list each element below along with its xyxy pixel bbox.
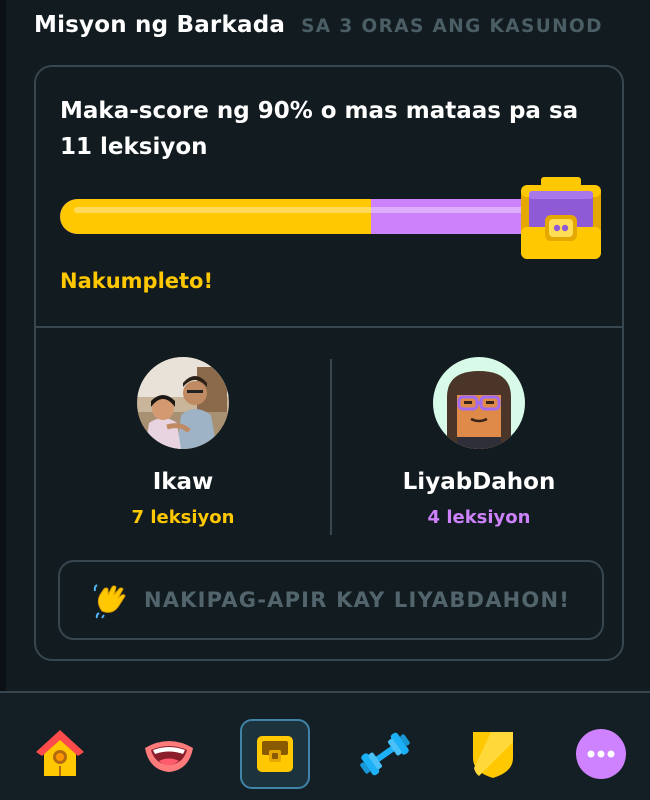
high-five-label: NAKIPAG-APIR KAY LIYABDAHON!: [143, 588, 571, 612]
progress-bar-shine: [74, 207, 532, 213]
nav-leagues[interactable]: [458, 719, 528, 789]
nav-more[interactable]: [566, 719, 636, 789]
nav-speak[interactable]: [134, 719, 204, 789]
speaking-mouth-icon: [145, 741, 193, 772]
photo-avatar[interactable]: [137, 357, 229, 449]
bottom-navbar: [0, 691, 650, 800]
player-name: LiyabDahon: [402, 469, 556, 495]
treasure-chest-icon: [521, 177, 601, 259]
player-lesson-count: 7 leksiyon: [131, 507, 235, 528]
nav-practice[interactable]: [350, 719, 420, 789]
page-title: Misyon ng Barkada: [34, 12, 286, 38]
player-lesson-count: 4 leksiyon: [427, 507, 531, 528]
progress-bar-fill: [60, 199, 372, 234]
dumbbell-icon: [360, 732, 410, 776]
quest-timer: SA 3 ORAS ANG KASUNOD: [301, 16, 603, 37]
waving-hand-icon: [93, 584, 126, 619]
nav-quests[interactable]: [240, 719, 310, 789]
progress-bar: [60, 199, 546, 234]
nav-home[interactable]: [25, 719, 95, 789]
player-you[interactable]: Ikaw 7 leksiyon: [58, 357, 308, 528]
left-edge: [0, 0, 6, 800]
player-divider: [330, 359, 332, 535]
shield-icon: [473, 732, 513, 778]
player-friend[interactable]: LiyabDahon 4 leksiyon: [354, 357, 604, 528]
home-icon: [36, 730, 84, 776]
divider: [36, 326, 622, 328]
high-five-button[interactable]: NAKIPAG-APIR KAY LIYABDAHON!: [58, 560, 604, 640]
player-name: Ikaw: [152, 469, 214, 495]
quest-goal: Maka-score ng 90% o mas mataas pa sa 11 …: [60, 98, 579, 160]
more-icon: [576, 729, 626, 779]
quest-status: Nakumpleto!: [60, 269, 214, 293]
treasure-chest-icon: [257, 736, 293, 772]
quest-card: Maka-score ng 90% o mas mataas pa sa 11 …: [34, 65, 624, 661]
character-avatar[interactable]: [433, 357, 525, 449]
friends-quest-header: Misyon ng Barkada SA 3 ORAS ANG KASUNOD: [34, 12, 634, 46]
